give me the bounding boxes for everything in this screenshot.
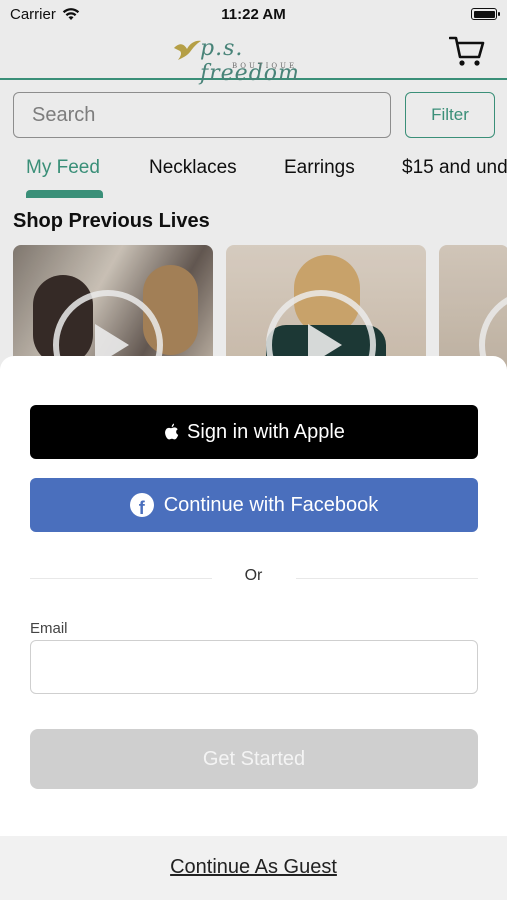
- apple-icon: [165, 423, 179, 439]
- guest-bar: Continue As Guest: [0, 836, 507, 900]
- apple-button-label: Sign in with Apple: [187, 420, 345, 443]
- email-field[interactable]: [30, 640, 478, 694]
- facebook-button-label: Continue with Facebook: [163, 493, 379, 516]
- continue-facebook-button[interactable]: f Continue with Facebook: [30, 478, 478, 532]
- or-label: Or: [244, 567, 263, 584]
- facebook-icon: f: [129, 493, 154, 517]
- continue-as-guest-link[interactable]: Continue As Guest: [0, 856, 507, 879]
- sign-in-apple-button[interactable]: Sign in with Apple: [30, 405, 478, 459]
- sign-in-sheet: Sign in with Apple f Continue with Faceb…: [0, 356, 507, 900]
- get-started-button[interactable]: Get Started: [30, 729, 478, 789]
- email-label: Email: [30, 620, 68, 637]
- divider-right: [296, 578, 478, 579]
